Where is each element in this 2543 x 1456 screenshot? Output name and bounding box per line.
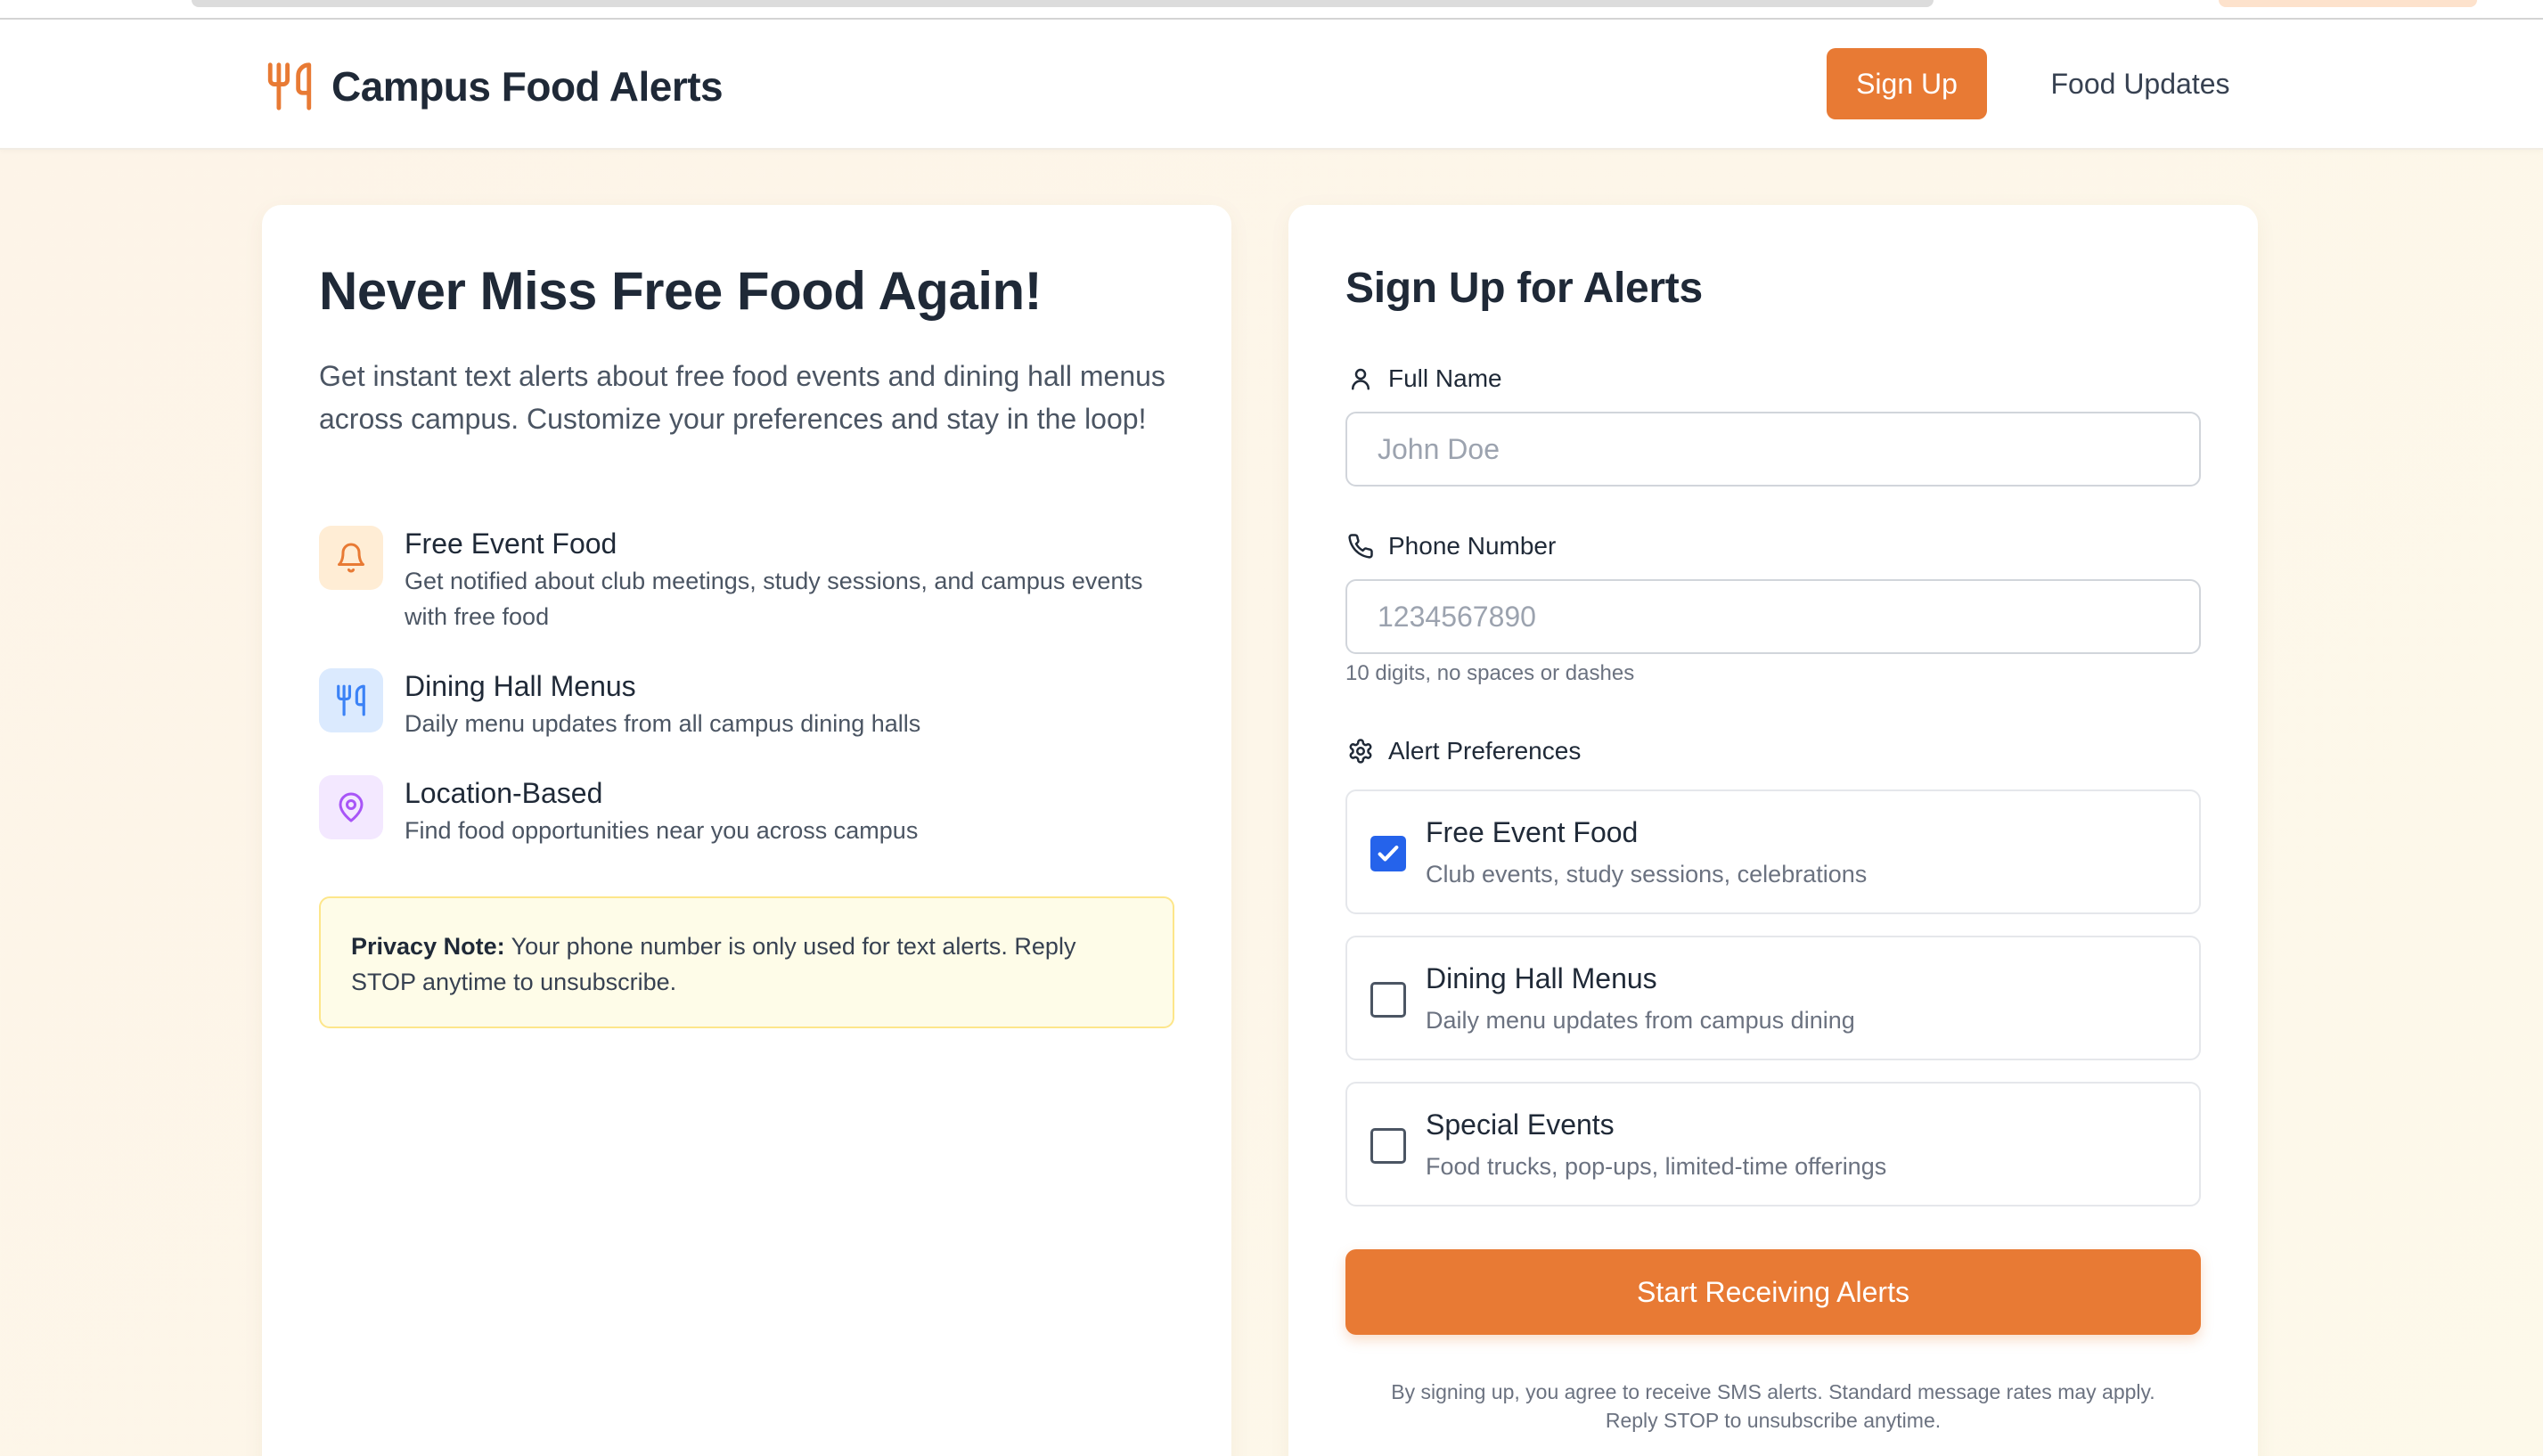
- terms-line: Reply STOP to unsubscribe anytime.: [1605, 1409, 1942, 1432]
- utensils-icon: [319, 668, 383, 732]
- nav-food-updates-link[interactable]: Food Updates: [2024, 48, 2256, 119]
- pref-description: Daily menu updates from campus dining: [1426, 1007, 1855, 1034]
- pref-title: Dining Hall Menus: [1426, 962, 1657, 994]
- browser-address-bar: [192, 0, 1934, 7]
- special-events-checkbox[interactable]: [1370, 1128, 1406, 1164]
- site-header: Campus Food Alerts Sign Up Food Updates: [0, 20, 2543, 150]
- info-card: Never Miss Free Food Again! Get instant …: [262, 205, 1231, 1456]
- dining-hall-menus-checkbox[interactable]: [1370, 982, 1406, 1018]
- map-pin-icon: [319, 775, 383, 839]
- full-name-label-text: Full Name: [1388, 364, 1502, 392]
- full-name-label: Full Name: [1345, 364, 1502, 394]
- brand-title: Campus Food Alerts: [331, 63, 724, 110]
- pref-title: Free Event Food: [1426, 816, 1639, 848]
- pref-option-special-events[interactable]: Special Events Food trucks, pop-ups, lim…: [1345, 1082, 2201, 1207]
- phone-number-label-text: Phone Number: [1388, 532, 1557, 560]
- privacy-label: Privacy Note:: [351, 933, 505, 960]
- free-event-food-checkbox[interactable]: [1370, 836, 1406, 871]
- feature-item: Location-Based Find food opportunities n…: [319, 775, 1174, 848]
- alert-preferences-label-text: Alert Preferences: [1388, 737, 1582, 765]
- feature-item: Free Event Food Get notified about club …: [319, 526, 1174, 634]
- terms-text: By signing up, you agree to receive SMS …: [1345, 1378, 2201, 1435]
- phone-number-label: Phone Number: [1345, 531, 1556, 561]
- phone-hint: 10 digits, no spaces or dashes: [1345, 661, 1635, 685]
- phone-icon: [1345, 531, 1376, 561]
- feature-title: Location-Based: [405, 777, 603, 809]
- form-title: Sign Up for Alerts: [1345, 265, 1703, 312]
- feature-title: Dining Hall Menus: [405, 670, 636, 702]
- browser-tab-highlight: [2219, 0, 2477, 7]
- feature-title: Free Event Food: [405, 528, 617, 560]
- check-icon: [1378, 845, 1399, 862]
- utensils-icon: [264, 57, 319, 116]
- feature-description: Find food opportunities near you across …: [405, 817, 919, 844]
- privacy-note: Privacy Note: Your phone number is only …: [319, 896, 1174, 1028]
- signup-form-card: Sign Up for Alerts Full Name Phone Numbe…: [1288, 205, 2258, 1456]
- start-receiving-alerts-button[interactable]: Start Receiving Alerts: [1345, 1249, 2201, 1335]
- pref-option-free-event-food[interactable]: Free Event Food Club events, study sessi…: [1345, 789, 2201, 914]
- phone-number-input[interactable]: [1345, 579, 2201, 654]
- gear-icon: [1345, 736, 1376, 766]
- hero-description: Get instant text alerts about free food …: [319, 360, 1165, 435]
- pref-option-dining-hall-menus[interactable]: Dining Hall Menus Daily menu updates fro…: [1345, 936, 2201, 1060]
- pref-description: Food trucks, pop-ups, limited-time offer…: [1426, 1153, 1887, 1180]
- full-name-input[interactable]: [1345, 412, 2201, 487]
- terms-line: By signing up, you agree to receive SMS …: [1391, 1380, 2155, 1403]
- pref-description: Club events, study sessions, celebration…: [1426, 861, 1868, 888]
- hero-title: Never Miss Free Food Again!: [319, 261, 1043, 321]
- user-icon: [1345, 364, 1376, 394]
- alert-preferences-label: Alert Preferences: [1345, 736, 1581, 766]
- brand[interactable]: Campus Food Alerts: [264, 55, 724, 118]
- feature-item: Dining Hall Menus Daily menu updates fro…: [319, 668, 1174, 741]
- browser-top-strip: [0, 0, 2543, 20]
- nav-signup-button[interactable]: Sign Up: [1827, 48, 1987, 119]
- feature-description: Get notified about club meetings, study …: [405, 568, 1143, 630]
- feature-description: Daily menu updates from all campus dinin…: [405, 710, 921, 737]
- pref-title: Special Events: [1426, 1108, 1615, 1141]
- bell-icon: [319, 526, 383, 590]
